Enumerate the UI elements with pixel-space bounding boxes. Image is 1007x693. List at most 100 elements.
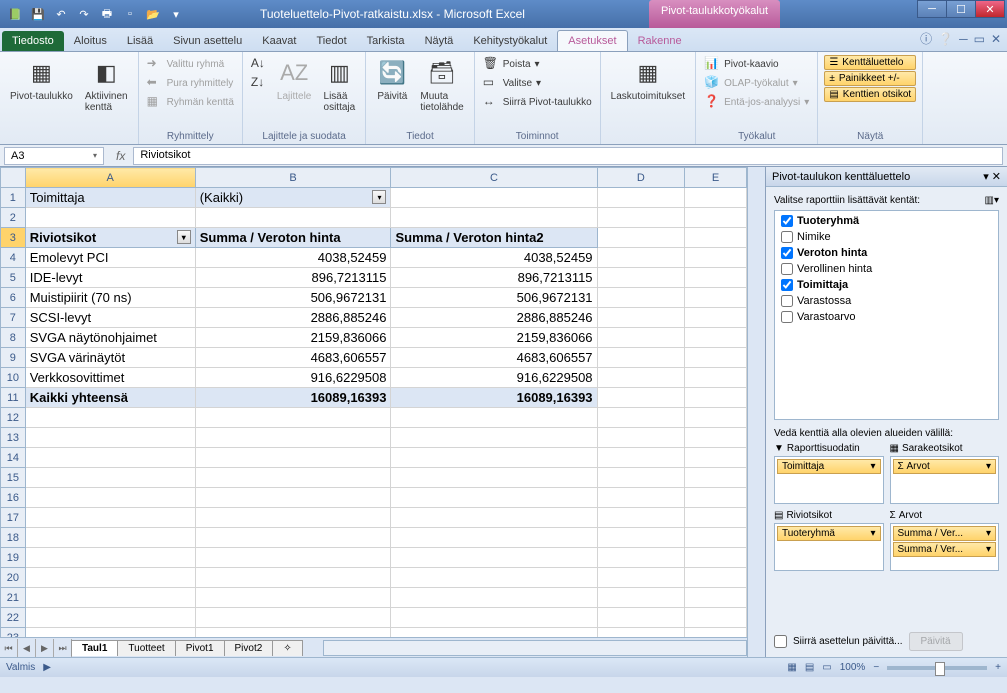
row-header[interactable]: 8 — [1, 328, 26, 348]
redo-icon[interactable]: ↷ — [73, 3, 95, 25]
cell[interactable]: 916,6229508 — [391, 368, 597, 388]
row-header[interactable]: 17 — [1, 508, 26, 528]
view-normal-icon[interactable]: ▦ — [787, 662, 796, 673]
cell[interactable]: 4038,52459 — [195, 248, 391, 268]
name-box[interactable]: A3 — [4, 147, 104, 165]
col-header-e[interactable]: E — [685, 168, 747, 188]
cell[interactable]: 2159,836066 — [391, 328, 597, 348]
rowlabels-dropdown-icon[interactable]: ▾ — [177, 230, 191, 244]
sheet-nav-prev-icon[interactable]: ◀ — [18, 639, 36, 657]
sheet-tab[interactable]: Taul1 — [71, 640, 118, 656]
filter-zone[interactable]: ▼Raporttisuodatin Toimittaja▾ — [774, 443, 884, 504]
tab-file[interactable]: Tiedosto — [2, 31, 64, 51]
field-item[interactable]: Varastossa — [777, 293, 996, 309]
cell[interactable]: Kaikki yhteensä — [25, 388, 195, 408]
row-header[interactable]: 10 — [1, 368, 26, 388]
fx-label[interactable]: fx — [108, 149, 133, 163]
refresh-button[interactable]: 🔄Päivitä — [372, 55, 412, 129]
change-source-button[interactable]: 🗃Muuta tietolähde — [416, 55, 467, 129]
filter-value-cell[interactable]: (Kaikki)▾ — [195, 188, 391, 208]
open-icon[interactable]: 📂 — [142, 3, 164, 25]
row-header[interactable]: 20 — [1, 568, 26, 588]
view-pagebreak-icon[interactable]: ▭ — [822, 662, 831, 673]
field-item[interactable]: Varastoarvo — [777, 309, 996, 325]
zone-item[interactable]: Tuoteryhmä▾ — [777, 526, 881, 541]
row-header[interactable]: 3 — [1, 228, 26, 248]
col-header-c[interactable]: C — [391, 168, 597, 188]
tab-formulas[interactable]: Kaavat — [252, 31, 306, 51]
chevron-down-icon[interactable]: ▾ — [986, 544, 991, 555]
doc-restore-icon[interactable]: ▭ — [974, 32, 985, 46]
macro-icon[interactable]: ▶ — [43, 662, 51, 673]
cell[interactable]: SCSI-levyt — [25, 308, 195, 328]
row-header[interactable]: 18 — [1, 528, 26, 548]
cell[interactable]: 2886,885246 — [195, 308, 391, 328]
tab-developer[interactable]: Kehitystyökalut — [463, 31, 557, 51]
select-button[interactable]: ▭Valitse ▾ — [481, 74, 594, 92]
undo-icon[interactable]: ↶ — [50, 3, 72, 25]
sheet-tab[interactable]: Pivot2 — [224, 640, 274, 656]
row-header[interactable]: 11 — [1, 388, 26, 408]
cell[interactable]: 506,9672131 — [195, 288, 391, 308]
grid[interactable]: A B C D E 1 Toimittaja (Kaikki)▾ 2 3 Riv… — [0, 167, 747, 637]
new-sheet-button[interactable]: ✧ — [272, 640, 302, 656]
field-checkbox[interactable] — [781, 231, 793, 243]
cell[interactable]: 4683,606557 — [391, 348, 597, 368]
row-header[interactable]: 2 — [1, 208, 26, 228]
row-header[interactable]: 12 — [1, 408, 26, 428]
tab-home[interactable]: Aloitus — [64, 31, 117, 51]
excel-icon[interactable]: 📗 — [4, 3, 26, 25]
select-all-corner[interactable] — [1, 168, 26, 188]
field-item[interactable]: Nimike — [777, 229, 996, 245]
row-header[interactable]: 5 — [1, 268, 26, 288]
cell[interactable]: SVGA näytönohjaimet — [25, 328, 195, 348]
active-field-button[interactable]: ◧ Aktiivinen kenttä — [81, 55, 132, 129]
sheet-tab[interactable]: Pivot1 — [175, 640, 225, 656]
row-header[interactable]: 1 — [1, 188, 26, 208]
col-header-a[interactable]: A — [25, 168, 195, 188]
pivot-table-button[interactable]: ▦ Pivot-taulukko — [6, 55, 77, 129]
sheet-tab[interactable]: Tuotteet — [117, 640, 175, 656]
cell[interactable]: 896,7213115 — [195, 268, 391, 288]
tab-layout[interactable]: Sivun asettelu — [163, 31, 252, 51]
move-pivot-button[interactable]: ↔Siirrä Pivot-taulukko — [481, 93, 594, 111]
field-item[interactable]: Veroton hinta — [777, 245, 996, 261]
cell[interactable]: Verkkosovittimet — [25, 368, 195, 388]
chevron-down-icon[interactable]: ▾ — [986, 528, 991, 539]
chevron-down-icon[interactable]: ▾ — [870, 528, 875, 539]
zoom-slider[interactable] — [887, 666, 987, 670]
row-header[interactable]: 6 — [1, 288, 26, 308]
field-checkbox[interactable] — [781, 247, 793, 259]
calculations-button[interactable]: ▦Laskutoimitukset — [607, 55, 689, 129]
columns-zone[interactable]: ▦Sarakeotsikot Σ Arvot▾ — [890, 443, 1000, 504]
field-checkbox[interactable] — [781, 263, 793, 275]
zoom-in-button[interactable]: + — [995, 662, 1001, 673]
sort-asc-button[interactable]: A↓ — [249, 55, 269, 73]
cell[interactable]: 2886,885246 — [391, 308, 597, 328]
rows-zone[interactable]: ▤Riviotsikot Tuoteryhmä▾ — [774, 510, 884, 571]
row-header[interactable]: 19 — [1, 548, 26, 568]
sheet-nav-last-icon[interactable]: ⏭ — [54, 639, 72, 657]
zone-item[interactable]: Summa / Ver...▾ — [893, 526, 997, 541]
field-item[interactable]: Verollinen hinta — [777, 261, 996, 277]
tab-pivot-options[interactable]: Asetukset — [557, 30, 627, 51]
save-icon[interactable]: 💾 — [27, 3, 49, 25]
pivot-chart-button[interactable]: 📊Pivot-kaavio — [702, 55, 811, 73]
row-header[interactable]: 13 — [1, 428, 26, 448]
defer-update-checkbox[interactable] — [774, 635, 787, 648]
vertical-scrollbar[interactable] — [747, 167, 765, 657]
cell[interactable]: 16089,16393 — [391, 388, 597, 408]
horizontal-scrollbar[interactable] — [323, 640, 747, 656]
zoom-out-button[interactable]: − — [873, 662, 879, 673]
view-pagelayout-icon[interactable]: ▤ — [805, 662, 814, 673]
row-header[interactable]: 14 — [1, 448, 26, 468]
zone-item[interactable]: Toimittaja▾ — [777, 459, 881, 474]
sheet-nav-first-icon[interactable]: ⏮ — [0, 639, 18, 657]
tab-insert[interactable]: Lisää — [117, 31, 163, 51]
row-header[interactable]: 9 — [1, 348, 26, 368]
tab-pivot-design[interactable]: Rakenne — [628, 31, 692, 51]
cell[interactable]: Muistipiirit (70 ns) — [25, 288, 195, 308]
cell[interactable]: 4038,52459 — [391, 248, 597, 268]
field-list-options-icon[interactable]: ▾ ✕ — [983, 170, 1001, 183]
field-checkbox[interactable] — [781, 215, 793, 227]
